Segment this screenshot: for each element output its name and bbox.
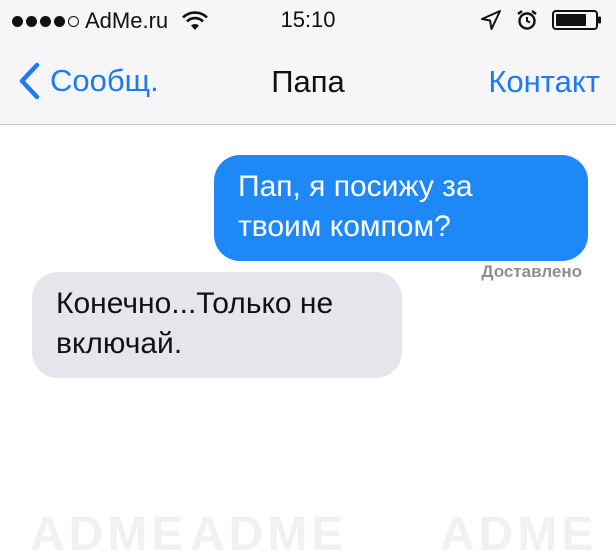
nav-bar: Сообщ. Папа Контакт <box>0 40 616 125</box>
status-bar: AdMe.ru 15:10 <box>0 0 616 40</box>
watermark: ADME <box>440 508 598 557</box>
location-arrow-icon <box>481 10 501 30</box>
incoming-message-bubble[interactable]: Конечно...Только не включай. <box>32 272 402 378</box>
watermark: ADME <box>30 508 188 557</box>
contact-button[interactable]: Контакт <box>488 64 600 100</box>
status-right <box>480 9 602 31</box>
message-thread[interactable]: ADME ADME ADME ADME ADME Пап, я посижу з… <box>0 125 616 557</box>
alarm-clock-icon <box>517 10 537 30</box>
watermark: ADME <box>190 508 348 557</box>
battery-icon <box>552 10 601 30</box>
outgoing-message-bubble[interactable]: Пап, я посижу за твоим компом? <box>214 155 588 261</box>
delivery-status: Доставлено <box>481 262 582 281</box>
